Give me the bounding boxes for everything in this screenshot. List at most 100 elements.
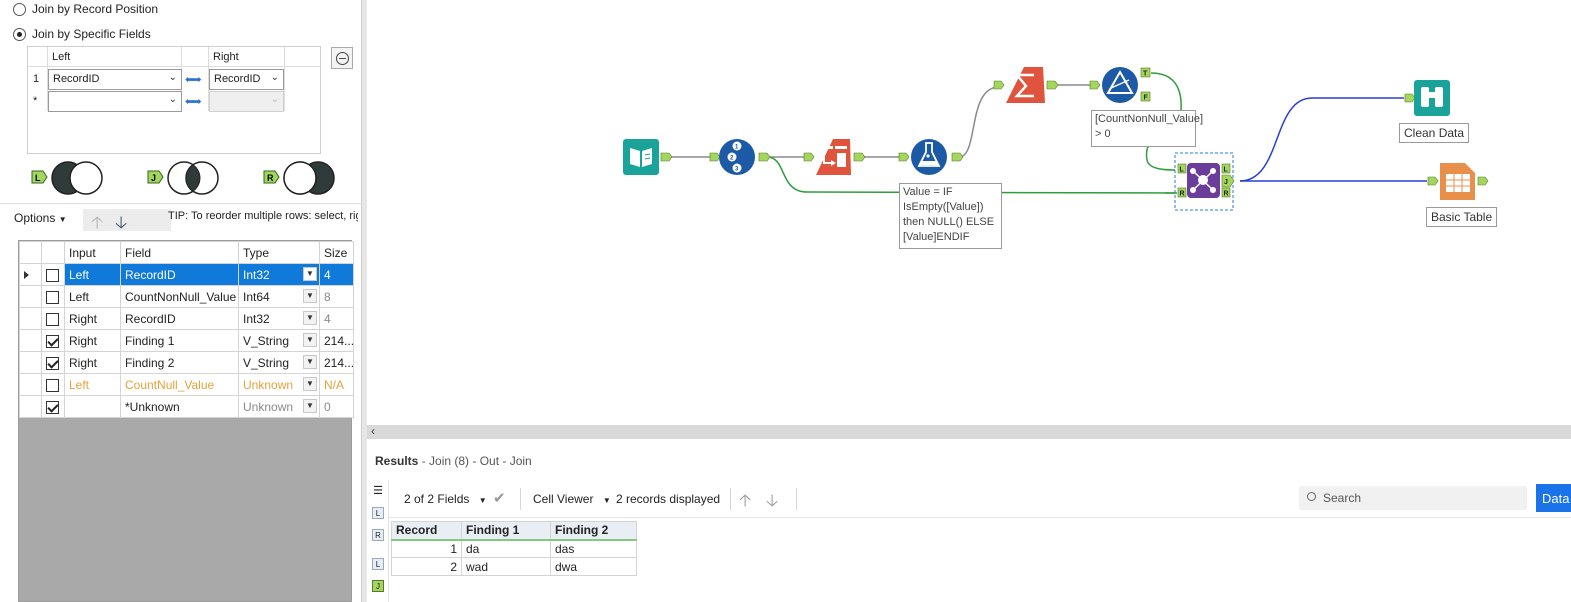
caret-down-icon[interactable]: ▼ xyxy=(303,399,317,413)
caret-down-icon[interactable]: ▼ xyxy=(303,377,317,391)
field-checkbox[interactable] xyxy=(46,400,59,414)
size-cell[interactable]: 214... xyxy=(319,351,354,374)
radio-button[interactable] xyxy=(13,27,26,41)
size-cell[interactable]: 8 xyxy=(319,285,354,308)
arrow-down-icon[interactable]: 🡣 xyxy=(766,488,778,517)
finding1-header[interactable]: Finding 1 xyxy=(461,521,551,541)
table-row[interactable]: 2 wad dwa xyxy=(391,557,637,576)
options-dropdown-button[interactable]: Options ▼ xyxy=(14,211,67,225)
table-row[interactable]: 1 da das xyxy=(391,539,637,558)
arrow-down-icon[interactable]: 🡣 xyxy=(115,210,127,239)
table-row[interactable]: Left CountNull_Value Unknown ▼ N/A xyxy=(19,373,354,396)
size-cell[interactable]: 4 xyxy=(319,307,354,330)
type-cell[interactable]: V_String ▼ xyxy=(238,351,320,374)
field-cell[interactable]: RecordID xyxy=(120,307,239,330)
input-cell: Right xyxy=(64,351,121,374)
select-value: RecordID xyxy=(53,73,100,85)
field-checkbox[interactable] xyxy=(46,312,59,326)
right-field-select[interactable]: RecordID ⌄ xyxy=(209,69,284,90)
type-cell[interactable]: Int32 ▼ xyxy=(238,307,320,330)
finding2-cell[interactable]: dwa xyxy=(550,557,637,576)
size-cell[interactable]: 4 xyxy=(319,263,354,286)
right-join-venn[interactable]: R xyxy=(262,158,342,198)
field-cell[interactable]: Finding 2 xyxy=(120,351,239,374)
caret-down-icon[interactable]: ▼ xyxy=(303,267,317,281)
row-pointer-icon xyxy=(24,270,29,279)
finding1-cell[interactable]: wad xyxy=(461,557,551,576)
caret-down-icon[interactable]: ▼ xyxy=(303,355,317,369)
connection-line xyxy=(958,86,1000,158)
table-row[interactable]: Left RecordID Int32 ▼ 4 xyxy=(19,263,354,286)
field-checkbox[interactable] xyxy=(46,356,59,370)
cell-viewer-dropdown[interactable]: Cell Viewer ▼ xyxy=(533,492,611,506)
finding2-cell[interactable]: das xyxy=(550,539,637,558)
table-row[interactable]: Right RecordID Int32 ▼ 4 xyxy=(19,307,354,330)
field-cell[interactable]: Finding 1 xyxy=(120,329,239,352)
results-header-row: Record Finding 1 Finding 2 xyxy=(391,521,637,541)
inner-join-venn[interactable]: J xyxy=(146,158,226,198)
row-indicator xyxy=(19,395,42,418)
workflow-canvas[interactable]: 1 2 3 T F L R L J R [CountNonNull_Value]… xyxy=(367,0,1571,425)
caret-down-icon[interactable]: ▼ xyxy=(303,311,317,325)
finding2-header[interactable]: Finding 2 xyxy=(550,521,637,541)
radio-specific-fields[interactable]: Join by Specific Fields xyxy=(13,27,151,41)
field-cell[interactable]: RecordID xyxy=(120,263,239,286)
search-placeholder: Search xyxy=(1323,491,1362,505)
type-value: V_String xyxy=(243,333,290,348)
chevron-down-icon: ⌄ xyxy=(270,72,279,83)
search-input[interactable]: Search xyxy=(1299,486,1527,510)
arrow-up-icon[interactable]: 🡡 xyxy=(91,210,103,239)
checkbox-cell xyxy=(41,329,65,352)
indicator-header xyxy=(19,241,42,264)
options-bar: Options ▼ 🡡 🡣 TIP: To reorder multiple r… xyxy=(10,208,358,234)
table-row[interactable]: Right Finding 1 V_String ▼ 214... xyxy=(19,329,354,352)
right-output-icon[interactable]: R xyxy=(372,529,384,541)
divider xyxy=(0,203,362,204)
list-icon[interactable]: ☰ xyxy=(372,486,384,498)
field-checkbox[interactable] xyxy=(46,378,59,392)
fields-dropdown[interactable]: 2 of 2 Fields ▼ xyxy=(404,492,487,506)
field-cell[interactable]: CountNonNull_Value xyxy=(120,285,239,308)
type-cell[interactable]: Unknown ▼ xyxy=(238,395,320,418)
right-field-select[interactable]: ⌄ xyxy=(209,91,284,112)
canvas-horizontal-scrollbar[interactable]: ‹ xyxy=(367,424,1571,439)
chevron-left-icon[interactable]: ‹ xyxy=(371,424,375,438)
arrow-up-icon[interactable]: 🡡 xyxy=(739,488,751,517)
type-cell[interactable]: Int32 ▼ xyxy=(238,263,320,286)
remove-row-button[interactable] xyxy=(331,47,353,69)
type-cell[interactable]: Unknown ▼ xyxy=(238,373,320,396)
caret-down-icon[interactable]: ▼ xyxy=(303,333,317,347)
table-row[interactable]: *Unknown Unknown ▼ 0 xyxy=(19,395,354,418)
chevron-down-icon: ⌄ xyxy=(270,94,279,105)
caret-down-icon: ▼ xyxy=(58,215,67,224)
checkmark-icon[interactable]: ✔ xyxy=(493,489,506,507)
radio-button[interactable] xyxy=(13,2,26,16)
left-field-select[interactable]: RecordID ⌄ xyxy=(48,69,182,90)
left-anchor-icon[interactable]: L xyxy=(372,558,384,570)
field-cell[interactable]: *Unknown xyxy=(120,395,239,418)
reorder-tip: TIP: To reorder multiple rows: select, r… xyxy=(168,210,358,222)
field-cell[interactable]: CountNull_Value xyxy=(120,373,239,396)
table-row[interactable]: Right Finding 2 V_String ▼ 214... xyxy=(19,351,354,374)
caret-down-icon[interactable]: ▼ xyxy=(303,289,317,303)
field-checkbox[interactable] xyxy=(46,334,59,348)
type-cell[interactable]: V_String ▼ xyxy=(238,329,320,352)
data-button[interactable]: Data xyxy=(1536,484,1571,512)
size-cell[interactable]: 214... xyxy=(319,329,354,352)
type-cell[interactable]: Int64 ▼ xyxy=(238,285,320,308)
table-row[interactable]: Left CountNonNull_Value Int64 ▼ 8 xyxy=(19,285,354,308)
left-output-icon[interactable]: L xyxy=(372,507,384,519)
field-checkbox[interactable] xyxy=(46,290,59,304)
size-cell[interactable]: 0 xyxy=(319,395,354,418)
chevron-down-icon: ⌄ xyxy=(168,72,177,83)
radio-record-position[interactable]: Join by Record Position xyxy=(13,2,158,16)
left-field-select[interactable]: ⌄ xyxy=(48,91,182,112)
field-checkbox[interactable] xyxy=(46,268,59,282)
size-cell[interactable]: N/A xyxy=(319,373,354,396)
false-anchor-label: F xyxy=(1144,95,1149,102)
join-anchor-icon[interactable]: J xyxy=(372,580,384,592)
minus-circle-icon xyxy=(335,51,349,65)
left-column-header: Left xyxy=(52,51,71,63)
left-join-venn[interactable]: L xyxy=(30,158,110,198)
finding1-cell[interactable]: da xyxy=(461,539,551,558)
